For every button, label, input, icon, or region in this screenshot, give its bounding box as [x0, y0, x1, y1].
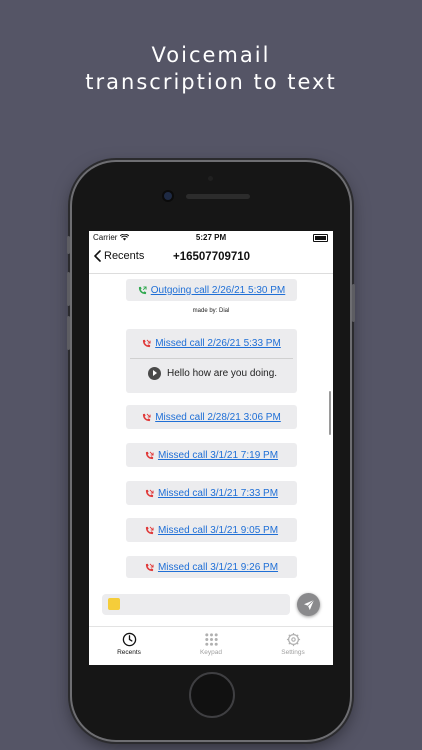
phone-screen: Carrier 5:27 PM Recents +16507709710 Out… — [89, 231, 333, 665]
tab-settings[interactable]: Settings — [253, 632, 333, 656]
home-button[interactable] — [189, 672, 235, 718]
headline-line-2: transcription to text — [85, 70, 337, 94]
phone-missed-icon — [145, 563, 154, 571]
tab-settings-label: Settings — [281, 649, 305, 656]
tab-keypad[interactable]: Keypad — [171, 632, 251, 656]
call-link-missed[interactable]: Missed call 3/1/21 9:05 PM — [158, 525, 278, 536]
battery-icon — [313, 234, 328, 242]
message-input[interactable] — [102, 594, 290, 615]
phone-frame: Carrier 5:27 PM Recents +16507709710 Out… — [67, 162, 355, 740]
earpiece-speaker — [186, 194, 250, 199]
voicemail-transcription: Hello how are you doing. — [167, 368, 278, 379]
back-label: Recents — [104, 250, 145, 262]
play-icon[interactable] — [148, 367, 161, 380]
status-bar: Carrier 5:27 PM — [89, 231, 333, 245]
headline-line-1: Voicemail — [151, 43, 271, 67]
message-bubble-missed: Missed call 3/1/21 7:33 PM — [126, 481, 297, 505]
phone-outgoing-icon — [138, 285, 147, 294]
call-link-missed[interactable]: Missed call 3/1/21 9:26 PM — [158, 562, 278, 573]
back-button[interactable]: Recents — [94, 250, 144, 262]
phone-missed-icon — [145, 451, 154, 459]
tab-keypad-label: Keypad — [199, 649, 223, 656]
tab-recents[interactable]: Recents — [89, 632, 169, 656]
call-link-outgoing[interactable]: Outgoing call 2/26/21 5:30 PM — [151, 285, 286, 296]
mute-switch — [67, 236, 70, 254]
call-link-missed[interactable]: Missed call 3/1/21 7:19 PM — [158, 450, 278, 461]
sticky-note-icon[interactable] — [108, 598, 120, 610]
voicemail-player: Hello how are you doing. — [148, 367, 277, 380]
message-bubble-missed: Missed call 3/1/21 7:19 PM — [126, 443, 297, 467]
keypad-icon — [204, 633, 218, 646]
headline: Voicemail transcription to text — [0, 42, 422, 96]
tab-bar: Recents Keypad Settings — [89, 626, 333, 665]
phone-missed-icon — [143, 339, 151, 347]
message-bubble-outgoing: Outgoing call 2/26/21 5:30 PM — [126, 279, 297, 301]
phone-missed-icon — [143, 413, 151, 421]
proximity-sensor — [208, 176, 213, 181]
message-bubble-missed: Missed call 3/1/21 9:26 PM — [126, 556, 297, 578]
tab-recents-label: Recents — [117, 649, 141, 656]
call-link-missed[interactable]: Missed call 3/1/21 7:33 PM — [158, 488, 278, 499]
volume-up-button — [67, 272, 70, 306]
send-button[interactable] — [297, 593, 320, 616]
send-icon — [303, 599, 314, 610]
gear-icon — [286, 632, 300, 647]
clock-icon — [122, 632, 136, 647]
scrollbar[interactable] — [329, 391, 331, 435]
phone-missed-icon — [145, 526, 154, 534]
phone-missed-icon — [145, 489, 154, 497]
contact-number-title: +16507709710 — [173, 251, 251, 263]
call-link-missed[interactable]: Missed call 2/28/21 3:06 PM — [155, 412, 281, 423]
message-bubble-missed: Missed call 2/28/21 3:06 PM — [126, 405, 297, 429]
status-time: 5:27 PM — [195, 233, 227, 242]
call-link-missed[interactable]: Missed call 2/26/21 5:33 PM — [155, 338, 281, 349]
volume-down-button — [67, 316, 70, 350]
front-camera — [164, 192, 172, 200]
message-bubble-missed: Missed call 3/1/21 9:05 PM — [126, 518, 297, 542]
voicemail-header: Missed call 2/26/21 5:33 PM — [126, 329, 297, 357]
message-bubble-voicemail: Missed call 2/26/21 5:33 PM Hello how ar… — [126, 329, 297, 393]
navigation-bar: Recents +16507709710 — [89, 245, 333, 274]
chevron-left-icon — [94, 250, 101, 262]
made-by-label: made by: Dial — [192, 308, 230, 314]
power-button — [352, 284, 355, 322]
bubble-divider — [130, 358, 293, 359]
